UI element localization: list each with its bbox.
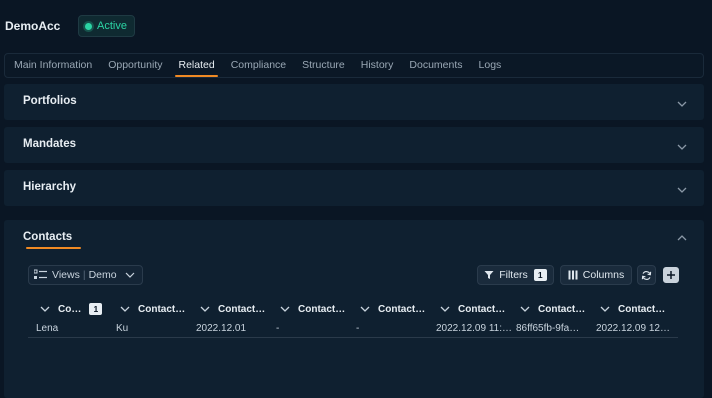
table-cell: - (276, 323, 280, 334)
chevron-down-icon (40, 304, 50, 314)
filters-count-badge: 1 (533, 269, 547, 281)
column-header[interactable]: Co… 1 (40, 299, 103, 319)
status-dot-icon (85, 22, 92, 30)
column-header[interactable]: Contact… (600, 299, 665, 319)
column-header[interactable]: Contact… (360, 299, 425, 319)
mandates-section[interactable]: Mandates (4, 127, 704, 163)
chevron-down-icon[interactable] (676, 183, 688, 195)
columns-icon (568, 270, 578, 280)
page-root: DemoAcc Active Main Information Opportun… (0, 0, 712, 398)
filters-button[interactable]: Filters 1 (477, 265, 554, 285)
chevron-down-icon (120, 304, 130, 314)
tab-structure[interactable]: Structure (297, 54, 350, 77)
table-header: Co… 1 Contact… Contact… Contact… Contact… (28, 299, 678, 319)
tab-related[interactable]: Related (173, 54, 219, 77)
list-view-icon (33, 269, 48, 281)
sort-order-badge: 1 (89, 303, 103, 315)
views-separator: | (82, 269, 86, 281)
status-badge: Active (78, 15, 135, 37)
refresh-icon (641, 270, 652, 281)
column-header-label: Contact… (378, 303, 426, 315)
column-header-label: Contact… (458, 303, 506, 315)
column-header-label: Contact… (538, 303, 586, 315)
chevron-down-icon (600, 304, 610, 314)
chevron-down-icon (440, 304, 450, 314)
hierarchy-title: Hierarchy (23, 181, 77, 193)
column-header-label: Contact… (138, 303, 186, 315)
table-cell: Ku (116, 323, 129, 334)
account-header: DemoAcc Active (0, 0, 712, 52)
tab-history[interactable]: History (356, 54, 399, 77)
column-header-label: Contact… (218, 303, 266, 315)
column-header[interactable]: Contact… (200, 299, 265, 319)
chevron-down-icon (200, 304, 210, 314)
add-button[interactable] (663, 267, 679, 283)
account-name: DemoAcc (5, 19, 61, 33)
column-header[interactable]: Contact… (520, 299, 585, 319)
chevron-down-icon (360, 304, 370, 314)
tab-bar: Main Information Opportunity Related Com… (4, 53, 704, 78)
table-cell: 2022.12.09 11:… (436, 323, 512, 334)
table-cell: - (356, 323, 360, 334)
mandates-title: Mandates (23, 138, 77, 150)
views-selector[interactable]: Views | Demo (28, 265, 143, 285)
portfolios-section[interactable]: Portfolios (4, 84, 704, 120)
tab-compliance[interactable]: Compliance (226, 54, 291, 77)
column-header-label: Contact… (298, 303, 346, 315)
columns-button[interactable]: Columns (560, 265, 632, 285)
column-header[interactable]: Contact… (440, 299, 505, 319)
tab-documents[interactable]: Documents (404, 54, 467, 77)
plus-icon (666, 270, 676, 280)
chevron-down-icon (125, 270, 135, 280)
filters-label: Filters (499, 269, 528, 281)
table-row[interactable]: Lena Ku 2022.12.01 - - 2022.12.09 11:… 8… (28, 321, 678, 338)
table-cell: Lena (36, 323, 59, 334)
tab-logs[interactable]: Logs (474, 54, 507, 77)
tab-opportunity[interactable]: Opportunity (103, 54, 167, 77)
column-header[interactable]: Contact… (280, 299, 345, 319)
refresh-button[interactable] (637, 265, 656, 285)
columns-label: Columns (582, 269, 625, 281)
status-text: Active (97, 20, 127, 32)
contacts-section: Contacts Views | Demo Filters 1 Columns … (4, 220, 704, 398)
table-cell: 2022.12.09 12… (596, 323, 670, 334)
portfolios-title: Portfolios (23, 95, 77, 107)
column-header-label: Co… (58, 303, 82, 315)
column-header-label: Contact… (618, 303, 666, 315)
chevron-down-icon (280, 304, 290, 314)
column-header[interactable]: Contact… (120, 299, 185, 319)
table-cell: 2022.12.01 (196, 323, 247, 334)
chevron-down-icon[interactable] (676, 97, 688, 109)
tab-main-information[interactable]: Main Information (9, 54, 97, 77)
chevron-down-icon[interactable] (676, 140, 688, 152)
chevron-up-icon[interactable] (676, 231, 688, 243)
contacts-title-underline (26, 247, 81, 249)
chevron-down-icon (520, 304, 530, 314)
hierarchy-section[interactable]: Hierarchy (4, 170, 704, 206)
filter-icon (484, 270, 494, 280)
view-name: Demo (88, 269, 117, 281)
table-cell: 86ff65fb-9fa… (516, 323, 580, 334)
views-label: Views (52, 269, 80, 281)
contacts-title[interactable]: Contacts (23, 231, 72, 243)
